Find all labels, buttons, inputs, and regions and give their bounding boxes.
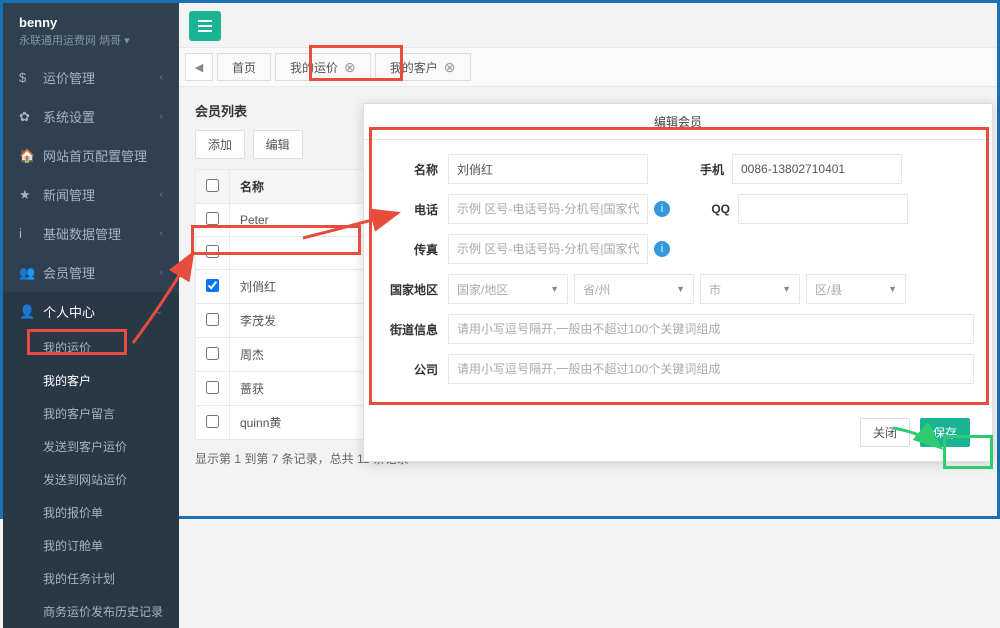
modal-footer: 关闭 保存: [364, 408, 992, 461]
topbar: [179, 3, 997, 47]
row-checkbox[interactable]: [206, 245, 219, 258]
fax-label: 传真: [382, 241, 438, 258]
tab-my-customer[interactable]: 我的客户⊗: [375, 53, 471, 81]
company-label: 公司: [382, 361, 438, 378]
chevron-left-icon: ‹: [160, 267, 163, 278]
nav-price-mgmt[interactable]: $运价管理‹: [3, 58, 179, 97]
nav-basic-data[interactable]: i基础数据管理‹: [3, 214, 179, 253]
row-checkbox[interactable]: [206, 347, 219, 360]
caret-down-icon: ▼: [888, 284, 897, 294]
sub-my-tasks[interactable]: 我的任务计划: [3, 562, 179, 595]
sidebar: benny 永联通用运费网 炳哥 ▾ $运价管理‹ ✿系统设置‹ 🏠网站首页配置…: [3, 3, 179, 516]
close-button[interactable]: 关闭: [860, 418, 910, 447]
sub-my-price[interactable]: 我的运价: [3, 331, 179, 364]
sub-send-site-price[interactable]: 发送到网站运价: [3, 463, 179, 496]
chevron-left-icon: ‹: [160, 228, 163, 239]
edit-button[interactable]: 编辑: [253, 130, 303, 159]
mobile-label: 手机: [688, 161, 724, 178]
users-icon: 👥: [19, 265, 35, 281]
sub-customer-msg[interactable]: 我的客户留言: [3, 397, 179, 430]
sub-send-customer-price[interactable]: 发送到客户运价: [3, 430, 179, 463]
row-checkbox[interactable]: [206, 381, 219, 394]
modal-header: 编辑会员: [364, 104, 992, 140]
street-label: 街道信息: [382, 321, 438, 338]
row-checkbox[interactable]: [206, 415, 219, 428]
modal-title: 编辑会员: [654, 113, 702, 130]
info-icon: i: [654, 201, 670, 217]
company-input[interactable]: [448, 354, 974, 384]
dollar-icon: $: [19, 70, 35, 85]
star-icon: ★: [19, 187, 35, 203]
info-icon: i: [19, 226, 35, 241]
city-select[interactable]: 市▼: [700, 274, 800, 304]
street-input[interactable]: [448, 314, 974, 344]
caret-down-icon: ▼: [550, 284, 559, 294]
country-select[interactable]: 国家/地区▼: [448, 274, 568, 304]
tabs-bar: ◀ 首页 我的运价⊗ 我的客户⊗: [179, 47, 997, 87]
nav-member-mgmt[interactable]: 👥会员管理‹: [3, 253, 179, 292]
sub-my-quote[interactable]: 我的报价单: [3, 496, 179, 529]
fax-input[interactable]: [448, 234, 648, 264]
tabs-prev-button[interactable]: ◀: [185, 53, 213, 81]
home-icon: 🏠: [19, 148, 35, 164]
username: benny: [19, 15, 163, 30]
caret-down-icon: ▼: [782, 284, 791, 294]
add-button[interactable]: 添加: [195, 130, 245, 159]
chevron-left-icon: ‹: [160, 189, 163, 200]
nav-homepage-config[interactable]: 🏠网站首页配置管理: [3, 136, 179, 175]
qq-input[interactable]: [738, 194, 908, 224]
gear-icon: ✿: [19, 109, 35, 125]
nav-system-settings[interactable]: ✿系统设置‹: [3, 97, 179, 136]
modal-body: 名称 手机 电话 i QQ 传真 i 国家地区 国家/地区▼ 省/州▼ 市▼ 区…: [364, 140, 992, 408]
nav-news-mgmt[interactable]: ★新闻管理‹: [3, 175, 179, 214]
sub-biz-history[interactable]: 商务运价发布历史记录: [3, 595, 179, 628]
row-checkbox[interactable]: [206, 279, 219, 292]
chevron-left-icon: ‹: [160, 111, 163, 122]
tab-home[interactable]: 首页: [217, 53, 271, 81]
sub-my-customer[interactable]: 我的客户: [3, 364, 179, 397]
sidebar-header: benny 永联通用运费网 炳哥 ▾: [3, 3, 179, 58]
qq-label: QQ: [694, 202, 730, 216]
select-all-checkbox[interactable]: [206, 179, 219, 192]
province-select[interactable]: 省/州▼: [574, 274, 694, 304]
nav-personal-sub: 我的运价 我的客户 我的客户留言 发送到客户运价 发送到网站运价 我的报价单 我…: [3, 331, 179, 628]
close-icon[interactable]: ⊗: [444, 59, 456, 76]
caret-down-icon: ▼: [676, 284, 685, 294]
hamburger-button[interactable]: [189, 11, 221, 41]
row-checkbox[interactable]: [206, 313, 219, 326]
row-checkbox[interactable]: [206, 212, 219, 225]
name-label: 名称: [382, 161, 438, 178]
hamburger-icon: [198, 20, 212, 32]
user-icon: 👤: [19, 304, 35, 320]
name-input[interactable]: [448, 154, 648, 184]
phone-label: 电话: [382, 201, 438, 218]
mobile-input[interactable]: [732, 154, 902, 184]
nav-personal-center[interactable]: 👤个人中心⌄: [3, 292, 179, 331]
org-subtitle[interactable]: 永联通用运费网 炳哥 ▾: [19, 32, 163, 48]
save-button[interactable]: 保存: [920, 418, 970, 447]
chevron-left-icon: ‹: [160, 72, 163, 83]
sub-my-booking[interactable]: 我的订舱单: [3, 529, 179, 562]
close-icon[interactable]: ⊗: [344, 59, 356, 76]
info-icon: i: [654, 241, 670, 257]
chevron-down-icon: ⌄: [155, 306, 163, 317]
phone-input[interactable]: [448, 194, 648, 224]
edit-member-modal: 编辑会员 名称 手机 电话 i QQ 传真 i 国家地区 国家/地区▼ 省/州▼…: [363, 103, 993, 462]
district-select[interactable]: 区/县▼: [806, 274, 906, 304]
region-label: 国家地区: [382, 281, 438, 298]
tab-my-price[interactable]: 我的运价⊗: [275, 53, 371, 81]
